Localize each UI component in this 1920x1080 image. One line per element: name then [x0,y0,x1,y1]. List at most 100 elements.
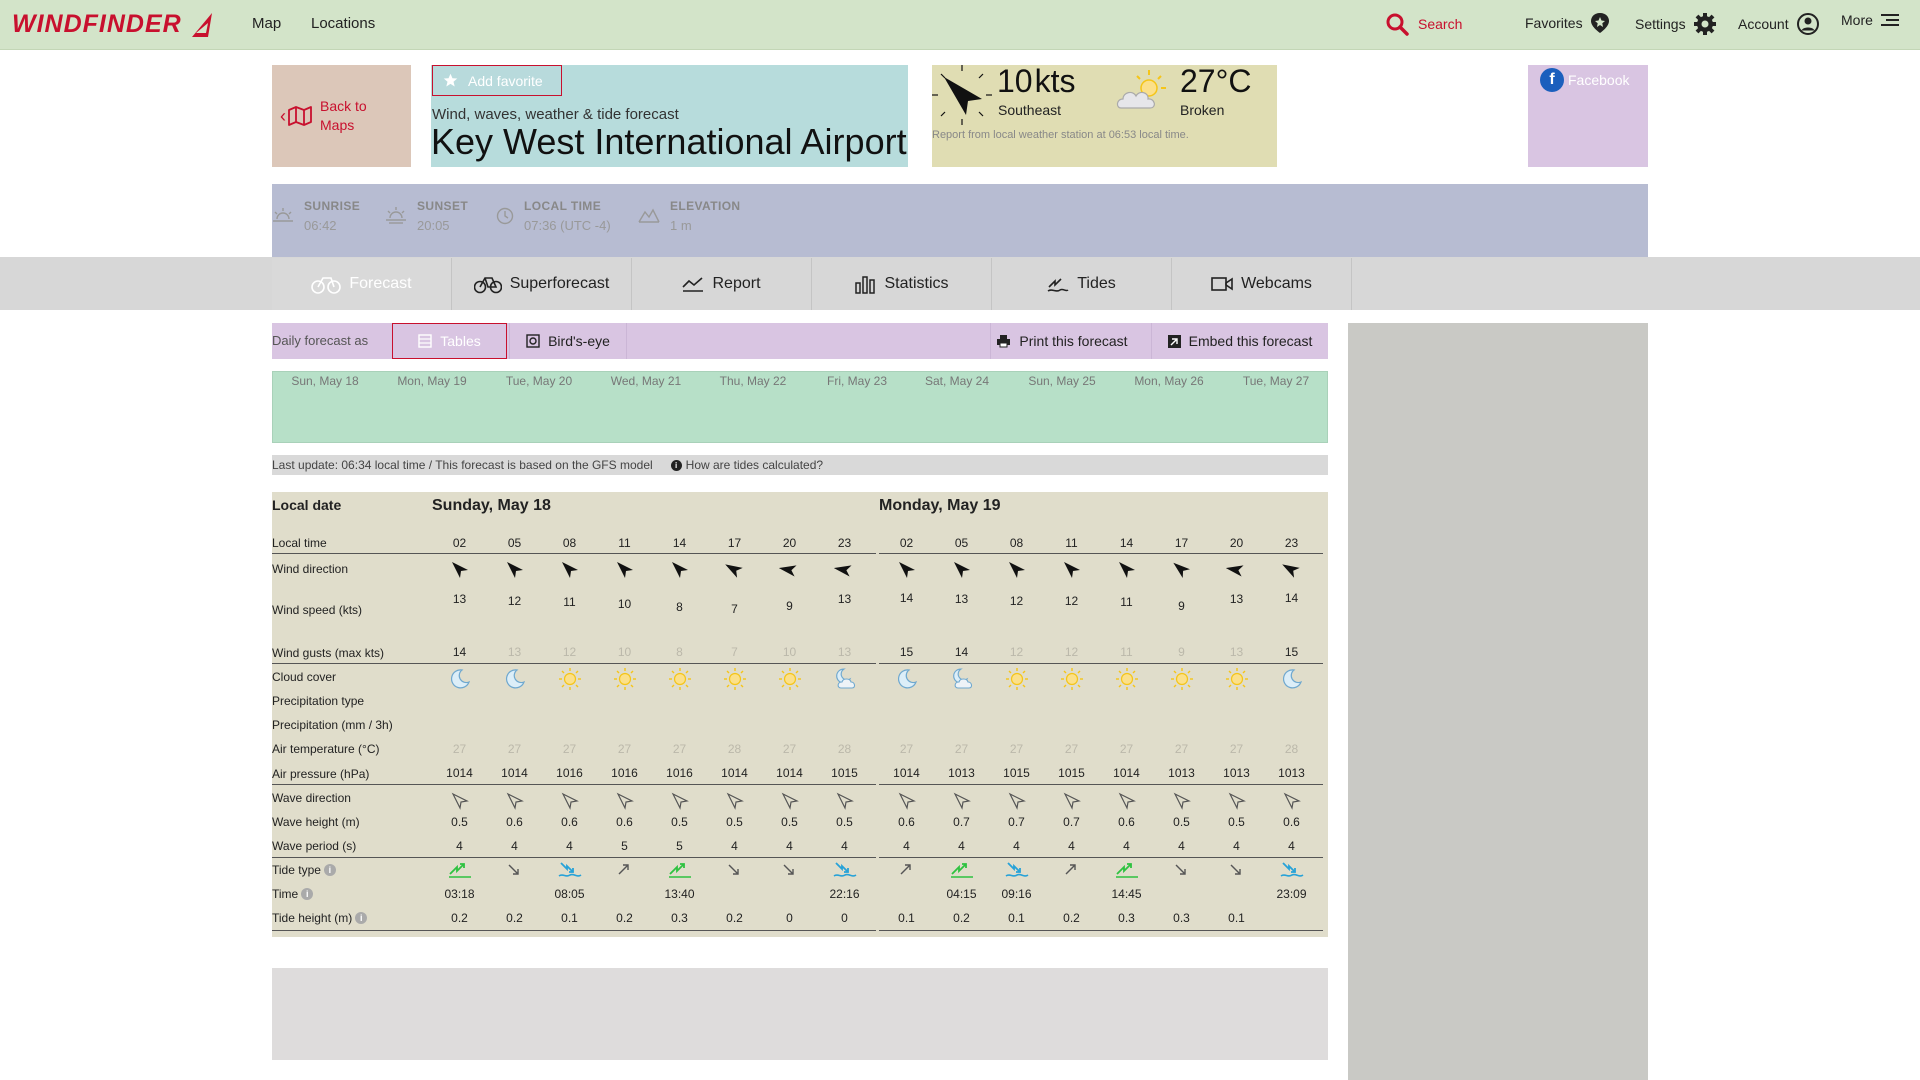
wave-direction-arrow-icon [836,792,854,810]
account-button[interactable]: Account [1738,12,1820,36]
wind-speed-value: 10 [997,63,1033,99]
wave-period-cell: 4 [731,839,738,853]
wave-period-cell: 4 [1288,839,1295,853]
sun-icon [778,668,801,690]
moon-icon [450,669,470,689]
air-temperature-cell: 27 [782,742,797,756]
air-pressure-cell: 1015 [1003,766,1030,780]
more-menu-button[interactable]: More [1841,12,1900,28]
tide-time-cell: 14:45 [1111,887,1142,901]
local-time-info: LOCAL TIME 07:36 (UTC -4) [496,199,611,233]
day-link[interactable]: Sun, May 25 [1028,374,1095,388]
tide-high-rising-icon [950,863,973,878]
sidebar-ad-placeholder [1348,323,1648,1080]
wind-gusts-cell: 15 [1284,645,1299,659]
tide-time-info-icon[interactable]: i [301,888,314,900]
last-update-text: Last update: 06:34 local time / This for… [272,458,653,472]
wave-height-cell: 0.7 [1008,815,1025,829]
wind-speed-cell: 12 [507,593,522,608]
air-temperature-cell: 27 [452,742,467,756]
nav-locations[interactable]: Locations [311,15,375,32]
facebook-label: Facebook [1568,72,1630,88]
tides-info-link[interactable]: i How are tides calculated? [670,458,824,472]
back-to-maps-label: Back to Maps [320,98,367,133]
facebook-button[interactable]: f Facebook [1540,68,1629,92]
tide-time-cell: 22:16 [829,887,860,901]
print-forecast-button[interactable]: Print this forecast [990,323,1133,359]
wave-height-cell: 0.7 [953,815,970,829]
day-link[interactable]: Fri, May 23 [827,374,887,388]
wave-direction-arrow-icon [1118,792,1136,810]
star-icon [443,73,458,87]
air-pressure-cell: 1013 [948,766,975,780]
sun-icon [668,668,691,690]
day-link[interactable]: Sun, May 18 [291,374,358,388]
moon-cloud-icon [835,668,855,689]
tab-report-label: Report [712,275,761,292]
wind-direction-arrow-icon [932,65,992,125]
wind-speed-cell: 13 [452,592,467,607]
tide-type-info-icon[interactable]: i [323,864,336,876]
row-label-wave-height: Wave height (m) [272,815,360,829]
wind-gusts-cell: 8 [676,645,683,659]
local-time-cell: 20 [782,536,797,550]
nav-map[interactable]: Map [252,15,281,32]
air-temperature-cell: 27 [507,742,522,756]
tide-height-info-icon[interactable]: i [355,912,368,924]
temperature-value: 27 [1180,63,1216,99]
wave-period-cell: 4 [566,839,573,853]
tab-tides[interactable]: Tides [992,258,1172,310]
day-link[interactable]: Tue, May 20 [506,374,572,388]
print-label: Print this forecast [1019,333,1128,349]
local-time-cell: 08 [562,536,577,550]
wave-period-cell: 4 [903,839,910,853]
row-separator [879,857,1323,858]
tables-view-button[interactable]: Tables [392,323,507,359]
embed-forecast-button[interactable]: Embed this forecast [1151,323,1328,359]
air-temperature-cell: 27 [1174,742,1189,756]
windfinder-logo[interactable]: WINDFINDER [12,10,216,39]
wave-height-cell: 0.6 [616,815,633,829]
wave-height-cell: 0.7 [1063,815,1080,829]
tab-report[interactable]: Report [632,258,812,310]
wave-period-cell: 4 [841,839,848,853]
back-to-maps-button[interactable]: ‹ Back to Maps [272,65,411,167]
search-label: Search [1418,16,1463,32]
local-time-cell: 11 [618,536,631,550]
wave-period-cell: 4 [1178,839,1185,853]
air-temperature-cell: 27 [1119,742,1134,756]
wind-gusts-cell: 12 [1009,645,1024,659]
tab-statistics[interactable]: Statistics [812,258,992,310]
local-time-cell: 05 [954,536,969,550]
search-button[interactable]: Search [1385,12,1462,36]
last-update-bar: Last update: 06:34 local time / This for… [272,455,1328,475]
day-link[interactable]: Mon, May 26 [1134,374,1203,388]
birds-eye-view-button[interactable]: Bird's-eye [509,323,627,359]
page-title: Key West International Airport [431,121,907,162]
tab-forecast[interactable]: Forecast [272,258,452,310]
tab-superforecast[interactable]: Superforecast [452,258,632,310]
day-link[interactable]: Mon, May 19 [397,374,466,388]
sun-icon [1005,668,1028,690]
wind-gusts-cell: 10 [617,645,632,659]
tides-icon [1047,278,1069,292]
wave-period-cell: 4 [1068,839,1075,853]
day-link[interactable]: Sat, May 24 [925,374,989,388]
day-link[interactable]: Tue, May 27 [1243,374,1309,388]
day-link[interactable]: Wed, May 21 [611,374,681,388]
day-link[interactable]: Thu, May 22 [720,374,787,388]
favorites-button[interactable]: Favorites [1525,12,1610,34]
moon-icon [505,669,525,689]
wave-height-cell: 0.6 [898,815,915,829]
row-separator [432,784,876,785]
wave-period-cell: 5 [676,839,683,853]
tables-label: Tables [440,333,481,349]
wind-gusts-cell: 15 [899,645,914,659]
tides-info-label: How are tides calculated? [685,458,824,472]
wind-direction-arrow-icon [1063,562,1080,578]
tab-webcams[interactable]: Webcams [1172,258,1352,310]
add-favorite-button[interactable]: Add favorite [432,65,562,96]
settings-button[interactable]: Settings [1635,12,1717,36]
clock-icon [496,207,514,225]
tide-time-cell: 09:16 [1001,887,1032,901]
